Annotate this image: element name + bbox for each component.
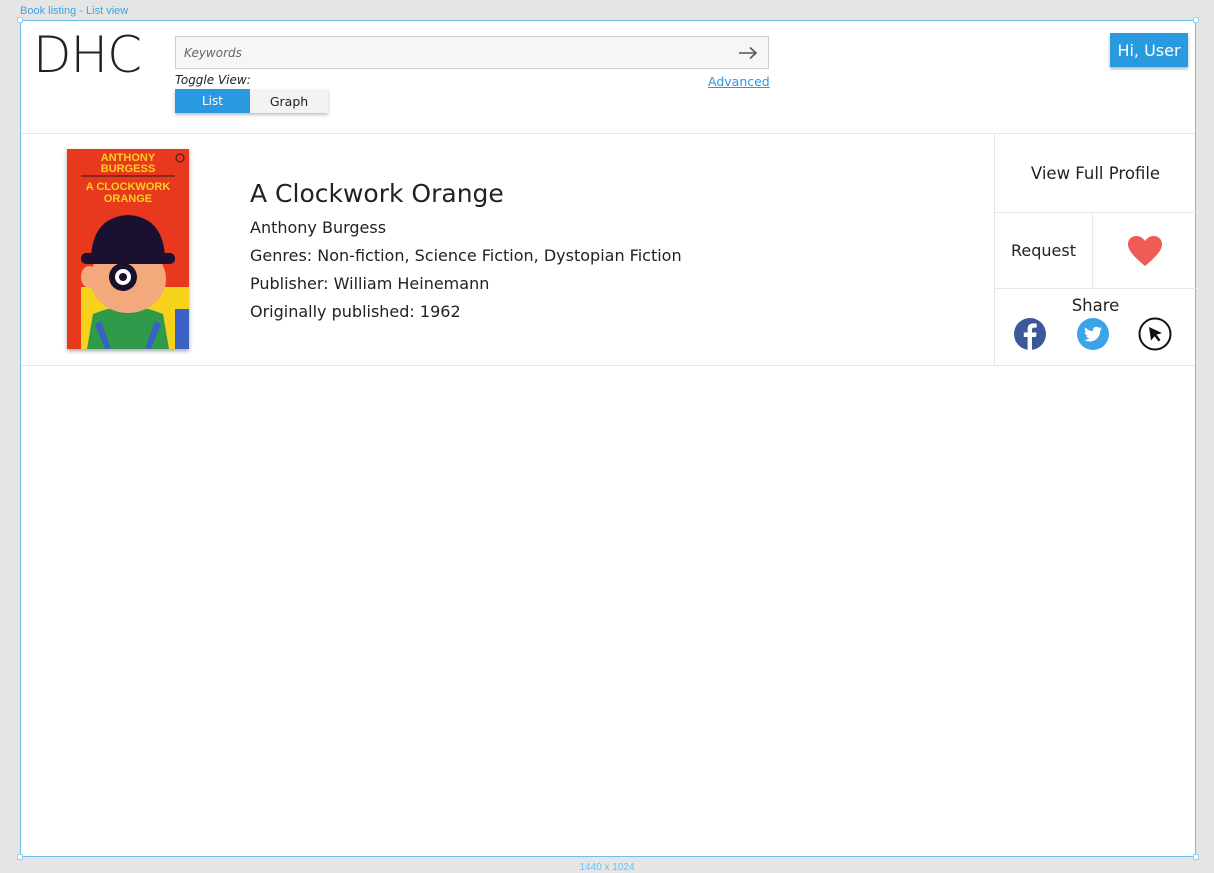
frame-handle-br[interactable] xyxy=(1193,854,1199,860)
search-input[interactable] xyxy=(176,37,716,68)
frame-handle-tl[interactable] xyxy=(17,17,23,23)
twitter-icon xyxy=(1077,318,1109,350)
book-cover-image[interactable]: ANTHONY BURGESS A CLOCKWORK ORANGE xyxy=(67,149,189,349)
arrow-right-icon xyxy=(739,46,758,60)
toggle-view-label: Toggle View: xyxy=(175,73,251,87)
toggle-graph-button[interactable]: Graph xyxy=(250,89,328,113)
svg-text:ORANGE: ORANGE xyxy=(104,193,152,205)
book-author: Anthony Burgess xyxy=(250,218,387,237)
svg-text:BURGESS: BURGESS xyxy=(101,163,155,175)
frame-handle-tr[interactable] xyxy=(1193,17,1199,23)
frame-handle-bl[interactable] xyxy=(17,854,23,860)
twitter-share-button[interactable] xyxy=(1076,317,1110,351)
artboard-frame: DHC Toggle View: Advanced List Graph Hi,… xyxy=(20,20,1196,857)
frame-label: Book listing - List view xyxy=(20,5,129,17)
advanced-search-link[interactable]: Advanced xyxy=(708,74,770,89)
book-list-item: ANTHONY BURGESS A CLOCKWORK ORANGE A Clo… xyxy=(21,134,1196,366)
book-published-year: Originally published: 1962 xyxy=(250,302,461,321)
view-toggle: List Graph xyxy=(175,89,328,113)
book-details: A Clockwork Orange Anthony Burgess Genre… xyxy=(250,179,682,326)
copy-link-share-button[interactable] xyxy=(1138,317,1172,351)
logo[interactable]: DHC xyxy=(33,26,142,84)
search-bar xyxy=(175,36,769,69)
header: DHC Toggle View: Advanced List Graph Hi,… xyxy=(21,21,1195,134)
search-submit-button[interactable] xyxy=(736,42,760,64)
share-label: Share xyxy=(1071,296,1120,315)
facebook-share-button[interactable] xyxy=(1013,317,1047,351)
book-genres: Genres: Non-fiction, Science Fiction, Dy… xyxy=(250,246,682,265)
request-button[interactable]: Request xyxy=(995,213,1093,289)
book-title[interactable]: A Clockwork Orange xyxy=(250,179,682,208)
book-actions-panel: View Full Profile Request Share xyxy=(994,134,1196,365)
user-menu-button[interactable]: Hi, User xyxy=(1110,33,1188,67)
facebook-icon xyxy=(1014,318,1046,350)
pointer-icon xyxy=(1138,317,1172,351)
frame-size-label: 1440 x 1024 xyxy=(579,862,635,873)
cover-title-text: A CLOCKWORK xyxy=(86,181,171,193)
toggle-list-button[interactable]: List xyxy=(175,89,250,113)
view-full-profile-button[interactable]: View Full Profile xyxy=(995,134,1196,213)
heart-icon xyxy=(1127,235,1162,266)
favorite-button[interactable] xyxy=(1093,213,1196,289)
book-publisher: Publisher: William Heinemann xyxy=(250,274,490,293)
